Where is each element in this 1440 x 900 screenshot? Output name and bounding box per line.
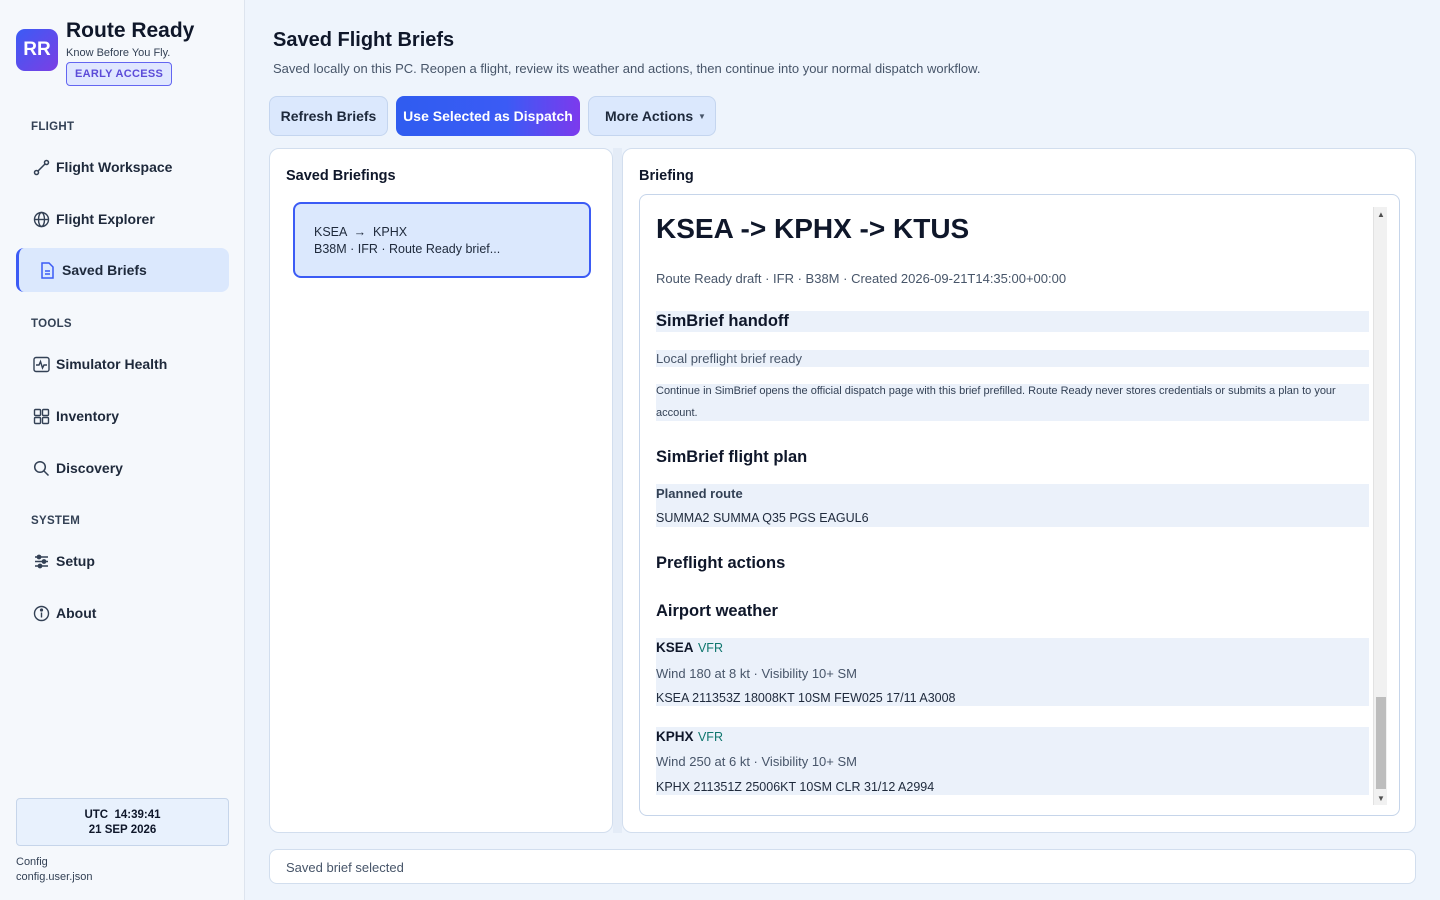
- sidebar-item-flight-workspace[interactable]: Flight Workspace: [16, 145, 229, 189]
- handoff-note-band: Continue in SimBrief opens the official …: [656, 384, 1369, 421]
- sidebar-item-label: Flight Explorer: [56, 211, 155, 227]
- saved-briefings-title: Saved Briefings: [286, 168, 396, 184]
- sidebar-item-label: About: [56, 605, 97, 621]
- brief-detail: B38M · IFR · Route Ready brief...: [314, 242, 501, 256]
- globe-icon: [32, 210, 50, 228]
- planned-route-band: Planned route SUMMA2 SUMMA Q35 PGS EAGUL…: [656, 484, 1369, 527]
- airport-id: KSEA: [656, 640, 694, 655]
- sidebar-item-label: Setup: [56, 553, 95, 569]
- sidebar-item-saved-briefs[interactable]: Saved Briefs: [16, 248, 229, 292]
- chevron-down-icon[interactable]: ▼: [689, 97, 715, 135]
- weather-header: KSEA VFR: [656, 639, 723, 657]
- handoff-title-band: SimBrief handoff: [656, 311, 1369, 332]
- brand-tagline: Know Before You Fly.: [66, 47, 171, 59]
- plan-title: SimBrief flight plan: [656, 448, 808, 466]
- planned-route-label: Planned route: [656, 486, 743, 501]
- panel-splitter[interactable]: [613, 148, 622, 833]
- weather-summary: Wind 180 at 8 kt · Visibility 10+ SM: [656, 666, 857, 681]
- brief-route: KSEA → KPHX: [314, 225, 408, 239]
- sidebar-item-inventory[interactable]: Inventory: [16, 394, 229, 438]
- weather-header: KPHX VFR: [656, 728, 723, 746]
- scroll-down-icon[interactable]: ▼: [1374, 791, 1388, 805]
- flight-category: VFR: [697, 641, 723, 655]
- early-access-badge: EARLY ACCESS: [66, 62, 173, 86]
- handoff-status: Local preflight brief ready: [656, 351, 802, 366]
- weather-card-kphx: KPHX VFR Wind 250 at 6 kt · Visibility 1…: [656, 727, 1369, 795]
- briefing-meta: Route Ready draft · IFR · B38M · Created…: [656, 271, 1067, 286]
- page-title: Saved Flight Briefs: [273, 29, 455, 51]
- brand-logo: RR: [16, 29, 58, 71]
- planned-route: SUMMA2 SUMMA Q35 PGS EAGUL6: [656, 511, 869, 525]
- config-info: Config config.user.json: [16, 855, 92, 885]
- info-icon: [32, 604, 50, 622]
- sidebar-item-label: Flight Workspace: [56, 159, 173, 175]
- more-actions-button[interactable]: More Actions ▼: [588, 96, 716, 136]
- metar-text: KPHX 211351Z 25006KT 10SM CLR 31/12 A299…: [656, 780, 935, 794]
- grid-icon: [32, 407, 50, 425]
- list-item[interactable]: KSEA → KPHX B38M · IFR · Route Ready bri…: [293, 202, 591, 278]
- scroll-thumb[interactable]: [1376, 697, 1386, 789]
- search-icon: [32, 459, 50, 477]
- sidebar-item-label: Saved Briefs: [62, 262, 147, 278]
- sidebar-item-setup[interactable]: Setup: [16, 539, 229, 583]
- briefing-scrollbar[interactable]: ▲ ▼: [1373, 207, 1387, 805]
- route-heading: KSEA -> KPHX -> KTUS: [656, 213, 970, 244]
- clock-date: 21 SEP 2026: [88, 824, 157, 836]
- weather-title: Airport weather: [656, 602, 778, 620]
- section-tools: TOOLS: [31, 318, 72, 330]
- route-icon: [32, 158, 50, 176]
- sidebar-item-discovery[interactable]: Discovery: [16, 446, 229, 490]
- brand-name: Route Ready: [66, 19, 195, 42]
- clock-time: UTC 14:39:41: [84, 809, 161, 821]
- handoff-note: Continue in SimBrief opens the official …: [656, 385, 1336, 419]
- briefing-panel: Briefing KSEA -> KPHX -> KTUS Route Read…: [622, 148, 1416, 833]
- flight-category: VFR: [697, 730, 723, 744]
- airport-id: KPHX: [656, 729, 694, 744]
- sidebar-item-label: Inventory: [56, 408, 120, 424]
- briefing-title: Briefing: [639, 168, 694, 184]
- scroll-up-icon[interactable]: ▲: [1374, 207, 1388, 221]
- handoff-status-band: Local preflight brief ready: [656, 350, 1369, 367]
- actions-title: Preflight actions: [656, 554, 786, 572]
- sidebar-item-flight-explorer[interactable]: Flight Explorer: [16, 197, 229, 241]
- briefing-view: KSEA -> KPHX -> KTUS Route Ready draft ·…: [639, 194, 1400, 816]
- sidebar-item-label: Discovery: [56, 460, 123, 476]
- metar-text: KSEA 211353Z 18008KT 10SM FEW025 17/11 A…: [656, 691, 956, 705]
- use-selected-as-dispatch-button[interactable]: Use Selected as Dispatch: [396, 96, 580, 136]
- pulse-icon: [32, 355, 50, 373]
- utc-clock: UTC 14:39:41 21 SEP 2026: [16, 798, 229, 846]
- section-system: SYSTEM: [31, 515, 81, 527]
- weather-card-ksea: KSEA VFR Wind 180 at 8 kt · Visibility 1…: [656, 638, 1369, 706]
- config-file: config.user.json: [16, 871, 93, 883]
- refresh-briefs-button[interactable]: Refresh Briefs: [269, 96, 388, 136]
- status-bar: Saved brief selected: [269, 849, 1416, 884]
- config-label: Config: [16, 856, 48, 868]
- sidebar: RR Route Ready Know Before You Fly. EARL…: [0, 0, 245, 900]
- section-flight: FLIGHT: [31, 121, 75, 133]
- sidebar-item-about[interactable]: About: [16, 591, 229, 635]
- page-subtitle: Saved locally on this PC. Reopen a fligh…: [273, 61, 981, 76]
- sliders-icon: [32, 552, 50, 570]
- sidebar-item-label: Simulator Health: [56, 356, 168, 372]
- handoff-title: SimBrief handoff: [656, 312, 789, 330]
- document-icon: [38, 261, 56, 279]
- sidebar-item-simulator-health[interactable]: Simulator Health: [16, 342, 229, 386]
- more-actions-label: More Actions: [605, 108, 694, 124]
- saved-briefings-panel: Saved Briefings KSEA → KPHX B38M · IFR ·…: [269, 148, 613, 833]
- weather-summary: Wind 250 at 6 kt · Visibility 10+ SM: [656, 754, 857, 769]
